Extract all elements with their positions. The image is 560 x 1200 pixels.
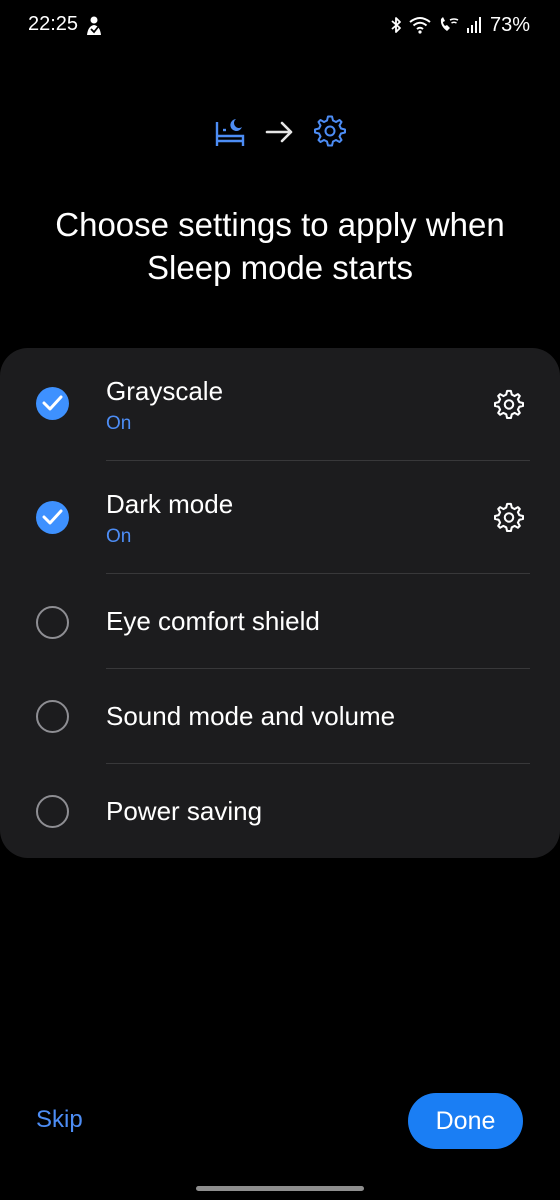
settings-item-label: Eye comfort shield (106, 606, 320, 636)
done-button[interactable]: Done (408, 1093, 523, 1149)
gear-icon[interactable] (493, 502, 525, 533)
checkbox-checked[interactable] (36, 501, 69, 534)
skip-button[interactable]: Skip (36, 1106, 83, 1134)
status-bar: 22:25 73% (0, 0, 560, 52)
bed-icon (214, 116, 246, 153)
settings-item-sound-mode-and-volume[interactable]: Sound mode and volume (0, 669, 560, 763)
settings-item-eye-comfort-shield[interactable]: Eye comfort shield (0, 574, 560, 668)
battery-level: 73% (489, 13, 530, 36)
settings-item-dark-mode[interactable]: Dark mode On (0, 461, 560, 574)
settings-item-label: Power saving (106, 796, 263, 826)
status-icons: 73% (390, 12, 530, 38)
gear-icon (314, 115, 346, 152)
settings-item-label: Dark mode (106, 489, 234, 519)
checkbox-unchecked[interactable] (36, 606, 69, 639)
signal-icon (466, 16, 482, 34)
status-time: 22:25 (28, 13, 79, 35)
wifi-icon (408, 16, 432, 34)
checkbox-unchecked[interactable] (36, 700, 69, 733)
checkbox-checked[interactable] (36, 387, 69, 420)
navigation-handle[interactable] (196, 1186, 364, 1191)
gear-icon[interactable] (493, 389, 525, 420)
arrow-right-icon (265, 118, 295, 151)
settings-item-label: Grayscale (106, 376, 224, 406)
notification-app-icon (84, 15, 104, 37)
checkbox-unchecked[interactable] (36, 795, 69, 828)
settings-card: Grayscale On Dark mode On Eye comfort sh… (0, 348, 560, 858)
settings-item-status: On (106, 526, 132, 547)
wifi-calling-icon (438, 16, 460, 34)
settings-item-grayscale[interactable]: Grayscale On (0, 348, 560, 461)
settings-item-status: On (106, 413, 132, 434)
settings-item-label: Sound mode and volume (106, 701, 396, 731)
bluetooth-icon (390, 16, 402, 34)
header-icons (0, 112, 560, 152)
settings-item-power-saving[interactable]: Power saving (0, 764, 560, 858)
page-title: Choose settings to apply when Sleep mode… (55, 206, 505, 286)
